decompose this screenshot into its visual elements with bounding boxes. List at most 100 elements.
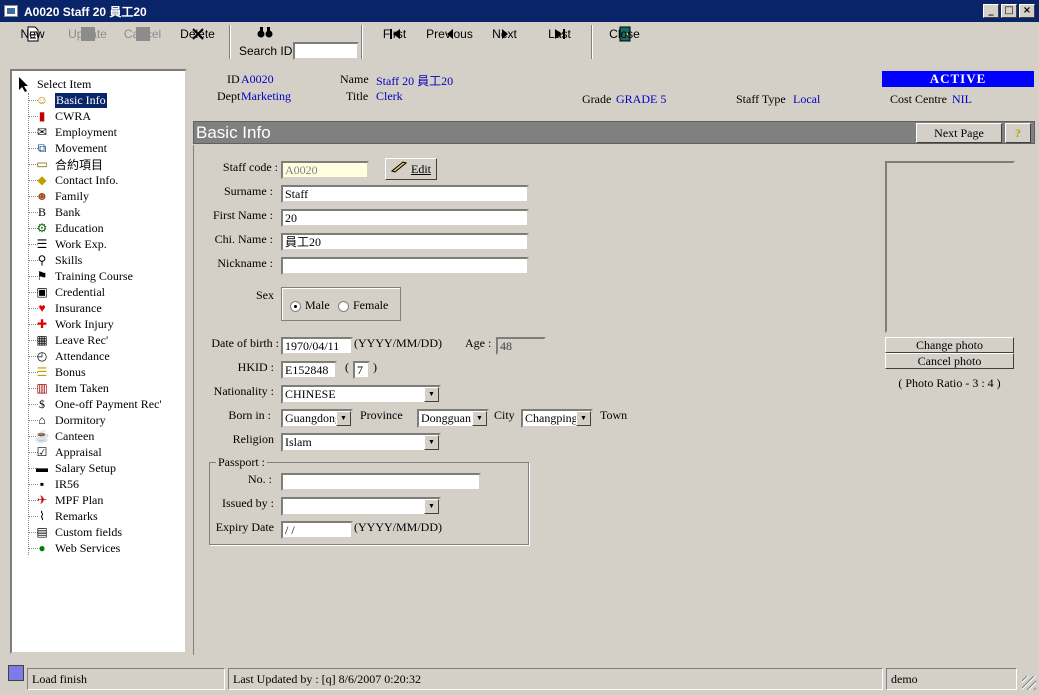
tree-item-training-course[interactable]: ⚑ Training Course	[34, 268, 133, 284]
movement-icon: ⧉	[37, 140, 47, 155]
next-page-button[interactable]: Next Page	[916, 123, 1002, 143]
update-button[interactable]: Update	[60, 25, 115, 42]
chi-name-field[interactable]: 員工20	[281, 233, 529, 251]
staff-type-value: Local	[793, 92, 821, 106]
cancel-photo-button[interactable]: Cancel photo	[885, 353, 1014, 369]
tree-item-cwra[interactable]: ▮ CWRA	[34, 108, 91, 124]
tree-item-item-4[interactable]: ▭ 合約項目	[34, 156, 103, 172]
tree-item-label: Canteen	[55, 428, 95, 443]
tree-item-salary-setup[interactable]: ▬ Salary Setup	[34, 460, 116, 476]
cancel-button[interactable]: Cancel	[115, 25, 170, 42]
dob-field[interactable]: 1970/04/11	[281, 337, 353, 355]
delete-button[interactable]: Delete	[170, 25, 225, 42]
dropdown-arrow-icon[interactable]: ▼	[336, 411, 351, 426]
family-icon: ☻	[35, 188, 49, 203]
calendar-icon: ▦	[36, 332, 48, 347]
tree-item-movement[interactable]: ⧉ Movement	[34, 140, 107, 156]
tree-item-one-off-payment-rec[interactable]: $ One-off Payment Rec'	[34, 396, 162, 412]
hkid-field[interactable]: E152848	[281, 361, 337, 379]
dropdown-arrow-icon[interactable]: ▼	[424, 499, 439, 514]
change-photo-button[interactable]: Change photo	[885, 337, 1014, 353]
tree-item-ir56[interactable]: ▪ IR56	[34, 476, 79, 492]
folder-icon: ▭	[36, 156, 48, 171]
issued-by-select[interactable]: ▼	[281, 497, 441, 516]
tree-item-bank[interactable]: B Bank	[34, 204, 80, 220]
resize-grip-icon[interactable]	[1022, 676, 1036, 690]
born-in-label: Born in :	[228, 408, 271, 422]
dropdown-arrow-icon[interactable]: ▼	[576, 411, 591, 426]
expiry-date-field[interactable]: / /	[281, 521, 353, 539]
previous-button[interactable]: Previous	[422, 25, 477, 42]
tree-item-appraisal[interactable]: ☑ Appraisal	[34, 444, 102, 460]
tree-item-label: Employment	[55, 124, 117, 139]
tree-item-employment[interactable]: ✉ Employment	[34, 124, 117, 140]
last-button[interactable]: Last	[532, 25, 587, 42]
mpf-icon: ✈	[36, 492, 48, 507]
tree-item-attendance[interactable]: ◴ Attendance	[34, 348, 110, 364]
female-radio[interactable]: Female	[338, 298, 388, 313]
tree-item-label: Dormitory	[55, 412, 106, 427]
close-button[interactable]: Close	[597, 25, 652, 42]
help-button[interactable]: ?	[1005, 123, 1031, 143]
pencil-icon	[390, 161, 408, 177]
house-icon: ⌂	[38, 412, 46, 427]
tree-item-label: Contact Info.	[55, 172, 119, 187]
tree-item-item-taken[interactable]: ▥ Item Taken	[34, 380, 109, 396]
dropdown-arrow-icon[interactable]: ▼	[424, 435, 439, 450]
next-button[interactable]: Next	[477, 25, 532, 42]
tree-item-education[interactable]: ⚙ Education	[34, 220, 104, 236]
city-select[interactable]: Dongguan ▼	[417, 409, 489, 428]
tree-item-web-services[interactable]: ● Web Services	[34, 540, 120, 556]
tree-item-remarks[interactable]: ⌇ Remarks	[34, 508, 98, 524]
maximize-button[interactable]: □	[1001, 4, 1017, 18]
new-button[interactable]: New	[5, 25, 60, 42]
staff-code-field[interactable]: A0020	[281, 161, 369, 179]
first-name-field[interactable]: 20	[281, 209, 529, 227]
tree-item-credential[interactable]: ▣ Credential	[34, 284, 105, 300]
tree-item-mpf-plan[interactable]: ✈ MPF Plan	[34, 492, 103, 508]
dropdown-arrow-icon[interactable]: ▼	[472, 411, 487, 426]
tree-item-work-injury[interactable]: ✚ Work Injury	[34, 316, 114, 332]
town-select[interactable]: Changping ▼	[521, 409, 593, 428]
tree-item-label: Work Injury	[55, 316, 114, 331]
province-select[interactable]: Guangdong ▼	[281, 409, 353, 428]
passport-no-field[interactable]	[281, 473, 481, 491]
hkid-paren-close: )	[373, 360, 377, 374]
nationality-select[interactable]: CHINESE ▼	[281, 385, 441, 404]
edit-button[interactable]: Edit	[385, 158, 437, 180]
male-radio[interactable]: Male	[290, 298, 330, 313]
dept-value: Marketing	[241, 89, 291, 103]
surname-field[interactable]: Staff	[281, 185, 529, 203]
dropdown-arrow-icon[interactable]: ▼	[424, 387, 439, 402]
tree-item-insurance[interactable]: ♥ Insurance	[34, 300, 101, 316]
nickname-field[interactable]	[281, 257, 529, 275]
tree-item-bonus[interactable]: ☰ Bonus	[34, 364, 86, 380]
tree-item-dormitory[interactable]: ⌂ Dormitory	[34, 412, 106, 428]
tree-item-custom-fields[interactable]: ▤ Custom fields	[34, 524, 122, 540]
close-window-button[interactable]: ×	[1019, 4, 1035, 18]
radio-empty-icon	[338, 300, 349, 312]
tree-root-select-item[interactable]: Select Item	[16, 76, 91, 92]
tree-item-label: IR56	[55, 476, 79, 491]
tree-item-label: Work Exp.	[55, 236, 107, 251]
salary-icon: ▬	[36, 460, 48, 475]
first-button[interactable]: First	[367, 25, 422, 42]
religion-select[interactable]: Islam ▼	[281, 433, 441, 452]
city-label: City	[494, 408, 515, 422]
minimize-button[interactable]: _	[983, 4, 999, 18]
tree-item-label: Custom fields	[55, 524, 123, 539]
document-icon: ☰	[36, 236, 48, 251]
tree-item-canteen[interactable]: ☕ Canteen	[34, 428, 95, 444]
tree-item-family[interactable]: ☻ Family	[34, 188, 89, 204]
tree-item-label: Training Course	[55, 268, 133, 283]
tree-item-contact-info[interactable]: ◆ Contact Info.	[34, 172, 118, 188]
id-value: A0020	[241, 72, 274, 86]
tree-item-leave-rec[interactable]: ▦ Leave Rec'	[34, 332, 108, 348]
tree-item-skills[interactable]: ⚲ Skills	[34, 252, 83, 268]
hkid-check-field[interactable]: 7	[353, 361, 370, 379]
search-id-input[interactable]	[293, 42, 359, 60]
tree-item-work-exp[interactable]: ☰ Work Exp.	[34, 236, 107, 252]
tree-item-label: Family	[55, 188, 90, 203]
person-icon: ☺	[35, 92, 49, 107]
tree-item-basic-info[interactable]: ☺ Basic Info	[34, 91, 108, 109]
